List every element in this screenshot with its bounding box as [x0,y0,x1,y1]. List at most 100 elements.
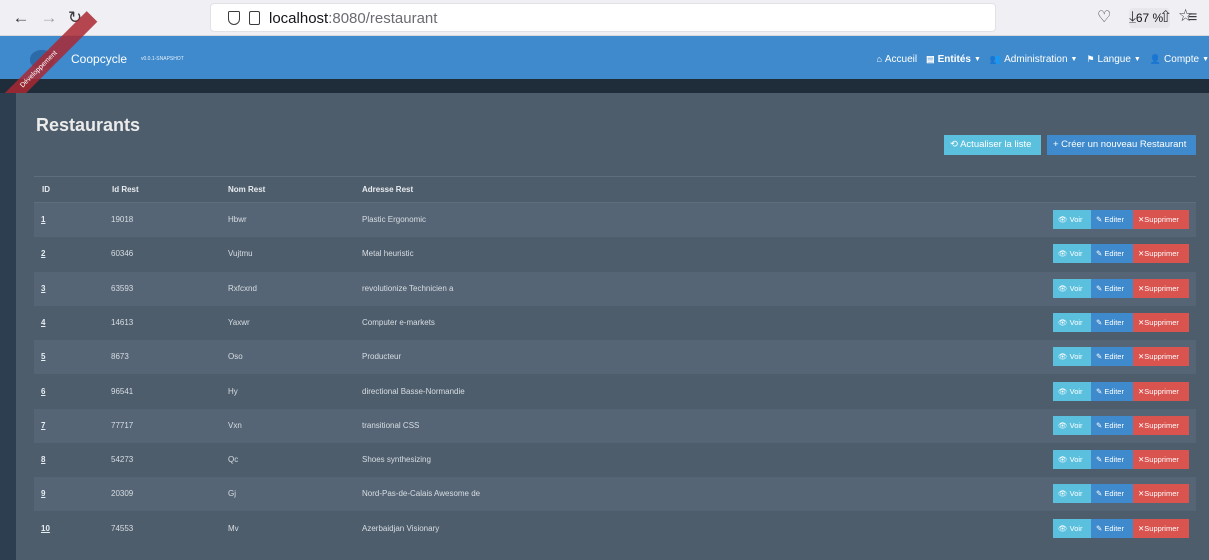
view-button[interactable]: 👁 Voir [1053,484,1092,504]
edit-button[interactable]: ✎ Editer [1091,415,1134,435]
row-id-link[interactable]: 9 [41,489,45,498]
edit-button[interactable]: ✎ Editer [1091,484,1134,504]
back-arrow-icon[interactable]: ← [9,6,33,30]
nav-menu: ⌂ Accueil ▤ Entités ▼ 👥 Administration ▼ ⚑ Lan… [867,52,1209,66]
row-adresse-rest: Producteur [362,352,402,362]
page-icon [249,11,260,25]
row-id-link[interactable]: 5 [41,352,45,361]
delete-button[interactable]: ✕Supprimer [1133,347,1189,367]
url-bar[interactable]: localhost:8080/restaurant 67 % ☆ [210,3,1193,32]
row-adresse-rest: transitional CSS [362,420,420,430]
url-host: localhost [269,10,329,27]
view-icon: 👁 [1058,352,1070,362]
row-id-rest: 14613 [111,317,134,327]
delete-button[interactable]: ✕Supprimer [1133,518,1189,538]
brand-name[interactable]: Coopcycle [71,52,127,66]
nav-account[interactable]: 👤 Compte ▼ [1150,54,1209,65]
view-button[interactable]: 👁 Voir [1053,450,1092,470]
row-id-link[interactable]: 3 [41,284,45,293]
menu-icon[interactable]: ≡ [1188,6,1197,30]
view-icon: 👁 [1058,523,1070,533]
row-id-rest: 54273 [111,455,134,465]
view-button[interactable]: 👁 Voir [1053,278,1092,298]
nav-entities-label: Entités [937,53,971,65]
row-adresse-rest: Plastic Ergonomic [362,215,427,224]
view-label: Voir [1069,249,1083,259]
row-id-link[interactable]: 7 [41,421,45,430]
nav-language-label: Langue [1097,53,1131,65]
row-id-link[interactable]: 2 [41,249,45,258]
row-adresse-rest: directional Basse-Normandie [362,386,465,396]
delete-button[interactable]: ✕Supprimer [1133,381,1189,401]
row-id-link[interactable]: 6 [41,387,45,396]
column-header-adresse-rest[interactable]: Adresse Rest [362,185,413,194]
delete-button[interactable]: ✕Supprimer [1133,278,1189,298]
view-label: Voir [1069,386,1083,396]
nav-entities[interactable]: ▤ Entités ▼ [926,54,981,65]
delete-button[interactable]: ✕Supprimer [1133,312,1189,332]
row-adresse-rest: Nord-Pas-de-Calais Awesome de [362,489,481,499]
view-button[interactable]: 👁 Voir [1053,312,1092,332]
edit-button[interactable]: ✎ Editer [1091,518,1134,538]
nav-admin[interactable]: 👥 Administration ▼ [990,54,1078,65]
delete-label: Supprimer [1144,420,1179,430]
nav-admin-label: Administration [1004,53,1068,65]
users-icon: 👥 [989,53,1002,64]
download-icon[interactable]: ⤓ [1129,6,1136,30]
view-icon: 👁 [1058,386,1070,396]
column-header-nom-rest[interactable]: Nom Rest [228,185,265,194]
edit-button[interactable]: ✎ Editer [1091,278,1134,298]
column-header-id[interactable]: ID [42,185,50,194]
view-button[interactable]: 👁 Voir [1053,244,1092,264]
delete-button[interactable]: ✕Supprimer [1133,415,1189,435]
row-adresse-rest: Shoes synthesizing [362,455,431,465]
delete-label: Supprimer [1144,489,1179,499]
row-id-link[interactable]: 8 [41,455,45,464]
view-button[interactable]: 👁 Voir [1053,381,1092,401]
url-text[interactable]: localhost:8080/restaurant [269,10,437,27]
row-id-rest: 96541 [111,386,134,396]
delete-label: Supprimer [1144,317,1179,327]
edit-label: Editer [1104,249,1124,259]
nav-language[interactable]: ⚑ Langue ▼ [1086,54,1140,65]
caret-down-icon: ▼ [973,55,981,63]
caret-down-icon: ▼ [1070,55,1078,63]
view-button[interactable]: 👁 Voir [1053,347,1092,367]
row-nom-rest: Mv [228,523,239,533]
row-id-link[interactable]: 10 [41,524,50,533]
refresh-list-button[interactable]: ⟲ Actualiser la liste [944,135,1041,155]
edit-label: Editer [1104,386,1124,396]
pocket-icon[interactable]: ♡ [1097,6,1111,30]
edit-button[interactable]: ✎ Editer [1091,210,1134,229]
edit-label: Editer [1104,523,1124,533]
edit-button[interactable]: ✎ Editer [1091,347,1134,367]
delete-button[interactable]: ✕Supprimer [1133,450,1189,470]
delete-button[interactable]: ✕Supprimer [1133,244,1189,264]
edit-button[interactable]: ✎ Editer [1091,312,1134,332]
edit-button[interactable]: ✎ Editer [1091,244,1134,264]
row-nom-rest: Qc [228,455,239,465]
view-button[interactable]: 👁 Voir [1053,415,1092,435]
row-nom-rest: Vujtmu [228,249,253,259]
table-row: 3 63593 Rxfcxnd revolutionize Technicien a 👁… [34,271,1196,306]
column-header-id-rest[interactable]: Id Rest [112,185,139,194]
forward-arrow-icon[interactable]: → [37,6,61,30]
create-restaurant-button[interactable]: + Créer un nouveau Restaurant [1047,135,1196,155]
row-id-link[interactable]: 1 [41,215,45,224]
row-nom-rest: Yaxwr [228,317,250,327]
table-row: 1 19018 Hbwr Plastic Ergonomic 👁 Voir ✎ Edite… [34,203,1196,237]
delete-button[interactable]: ✕Supprimer [1133,484,1189,504]
edit-button[interactable]: ✎ Editer [1091,450,1134,470]
shield-icon[interactable] [228,11,240,25]
nav-home-label: Accueil [884,53,918,65]
delete-button[interactable]: ✕Supprimer [1133,210,1189,229]
flag-icon: ⚑ [1086,53,1095,64]
view-button[interactable]: 👁 Voir [1053,518,1092,538]
nav-home[interactable]: ⌂ Accueil [876,54,917,65]
view-button[interactable]: 👁 Voir [1053,210,1092,229]
share-icon[interactable]: ⇧ [1159,6,1172,30]
edit-button[interactable]: ✎ Editer [1091,381,1134,401]
list-icon: ▤ [926,53,935,64]
table-row: 2 60346 Vujtmu Metal heuristic 👁 Voir ✎ Edite… [34,237,1196,272]
row-id-link[interactable]: 4 [41,318,45,327]
